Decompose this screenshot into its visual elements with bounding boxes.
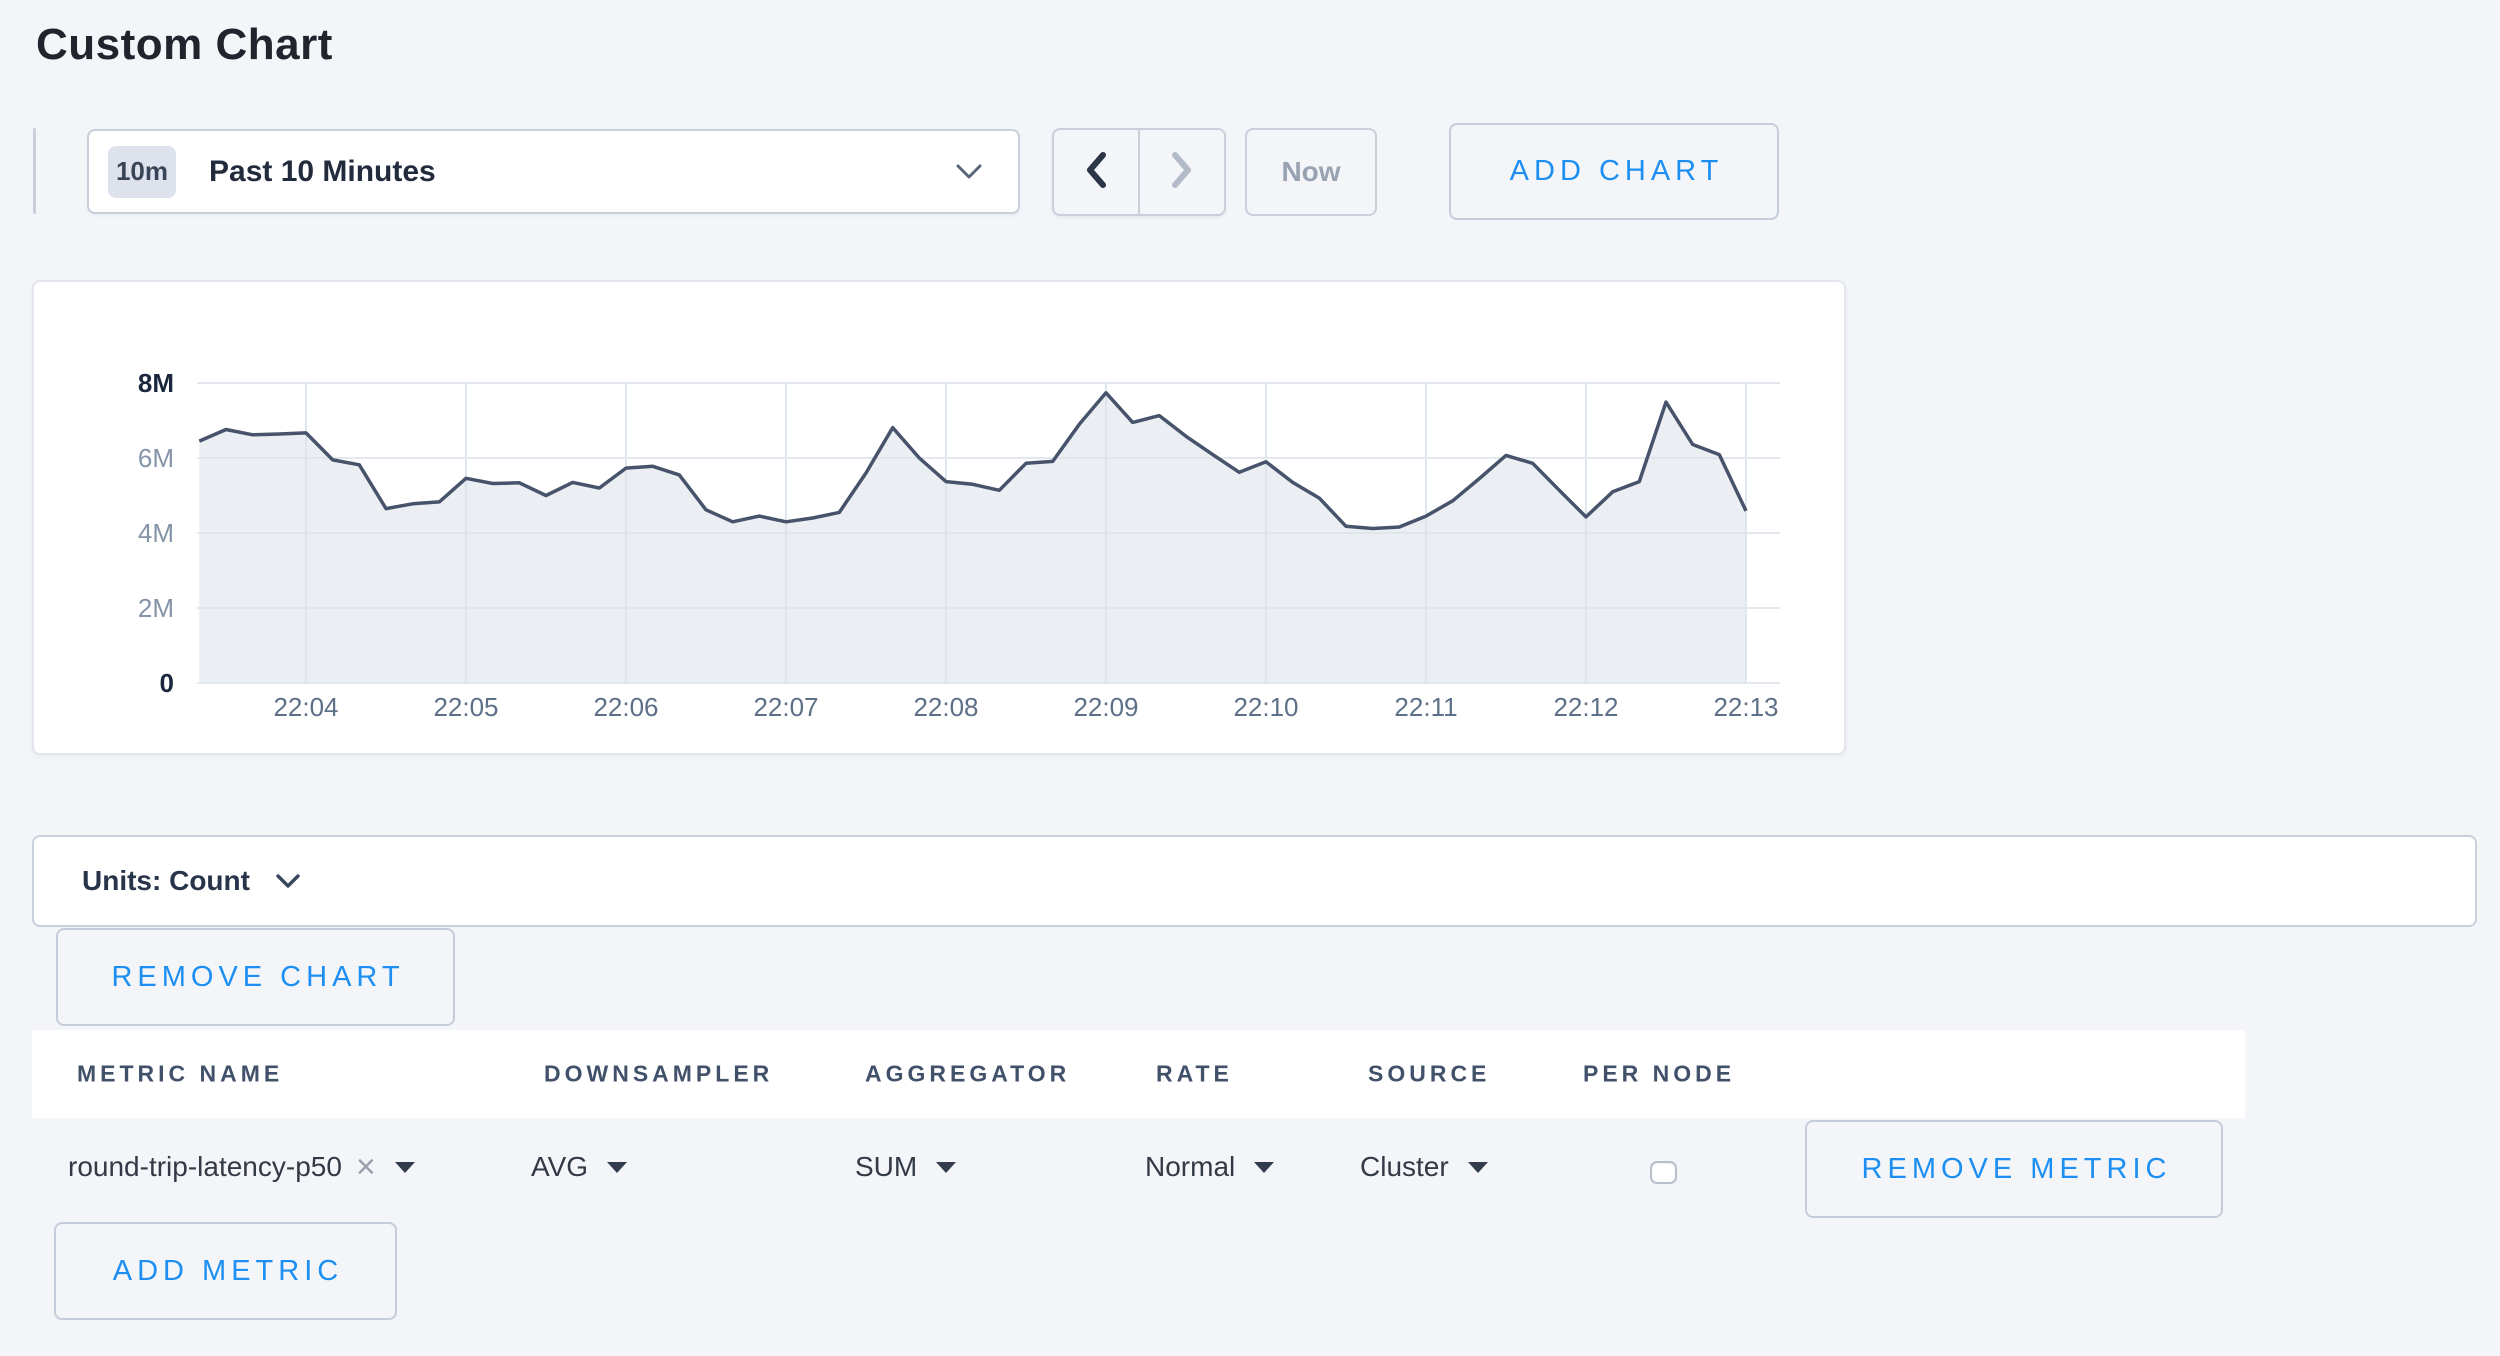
svg-text:22:13: 22:13 — [1713, 692, 1778, 722]
metric-name-value: round-trip-latency-p50 — [68, 1151, 342, 1183]
page-title: Custom Chart — [36, 20, 333, 70]
metric-name-dropdown[interactable]: round-trip-latency-p50 × — [68, 1150, 416, 1184]
source-value: Cluster — [1360, 1151, 1449, 1183]
svg-text:22:11: 22:11 — [1394, 692, 1457, 722]
source-dropdown[interactable]: Cluster — [1360, 1151, 1489, 1183]
time-range-dropdown[interactable]: 10m Past 10 Minutes — [87, 129, 1020, 214]
column-header-per-node: PER NODE — [1583, 1061, 1735, 1088]
chevron-down-icon — [276, 874, 300, 889]
svg-text:22:05: 22:05 — [433, 692, 498, 722]
units-label: Units: Count — [82, 865, 250, 897]
svg-text:22:10: 22:10 — [1233, 692, 1298, 722]
svg-text:0: 0 — [160, 668, 174, 698]
dropdown-caret-icon — [1253, 1161, 1275, 1174]
chevron-right-icon — [1170, 152, 1194, 193]
svg-text:8M: 8M — [138, 368, 174, 398]
column-header-aggregator: AGGREGATOR — [865, 1061, 1070, 1088]
svg-text:22:08: 22:08 — [913, 692, 978, 722]
svg-text:6M: 6M — [138, 443, 174, 473]
dropdown-caret-icon — [1467, 1161, 1489, 1174]
metrics-table-header: METRIC NAME DOWNSAMPLER AGGREGATOR RATE … — [32, 1030, 2245, 1118]
rate-value: Normal — [1145, 1151, 1235, 1183]
column-header-downsampler: DOWNSAMPLER — [544, 1061, 773, 1088]
metric-chart-card: 0 2M 4M 6M 8M 22:04 22:05 22:06 22:07 22:08 22:09 2… — [32, 280, 1846, 755]
time-series-chart[interactable]: 0 2M 4M 6M 8M 22:04 22:05 22:06 22:07 22:08 22:09 2… — [34, 282, 1844, 753]
svg-text:4M: 4M — [138, 518, 174, 548]
toolbar-divider — [33, 128, 36, 214]
svg-text:22:04: 22:04 — [273, 692, 338, 722]
aggregator-dropdown[interactable]: SUM — [855, 1151, 957, 1183]
custom-chart-page: Custom Chart 10m Past 10 Minutes Now ADD… — [0, 0, 2500, 1356]
add-metric-button[interactable]: ADD METRIC — [54, 1222, 397, 1320]
svg-text:22:12: 22:12 — [1553, 692, 1618, 722]
aggregator-value: SUM — [855, 1151, 917, 1183]
downsampler-dropdown[interactable]: AVG — [531, 1151, 628, 1183]
column-header-rate: RATE — [1156, 1061, 1233, 1088]
svg-text:22:09: 22:09 — [1073, 692, 1138, 722]
downsampler-value: AVG — [531, 1151, 588, 1183]
svg-text:2M: 2M — [138, 593, 174, 623]
dropdown-caret-icon — [606, 1161, 628, 1174]
column-header-metric-name: METRIC NAME — [77, 1061, 283, 1088]
per-node-checkbox[interactable] — [1650, 1161, 1677, 1184]
prev-time-button[interactable] — [1054, 130, 1138, 214]
dropdown-caret-icon — [935, 1161, 957, 1174]
dropdown-caret-icon — [394, 1161, 416, 1174]
next-time-button[interactable] — [1138, 130, 1224, 214]
svg-text:22:07: 22:07 — [753, 692, 818, 722]
time-range-badge: 10m — [108, 146, 176, 198]
remove-metric-tag-icon[interactable]: × — [356, 1150, 376, 1184]
now-button[interactable]: Now — [1245, 128, 1377, 216]
chevron-down-icon — [956, 164, 982, 180]
units-dropdown[interactable]: Units: Count — [32, 835, 2477, 927]
rate-dropdown[interactable]: Normal — [1145, 1151, 1275, 1183]
remove-chart-button[interactable]: REMOVE CHART — [56, 928, 455, 1026]
add-chart-button[interactable]: ADD CHART — [1449, 123, 1779, 220]
svg-text:22:06: 22:06 — [593, 692, 658, 722]
column-header-source: SOURCE — [1368, 1061, 1490, 1088]
time-range-label: Past 10 Minutes — [209, 155, 436, 189]
remove-metric-button[interactable]: REMOVE METRIC — [1805, 1120, 2223, 1218]
chevron-left-icon — [1084, 152, 1108, 193]
time-step-buttons — [1052, 128, 1226, 216]
